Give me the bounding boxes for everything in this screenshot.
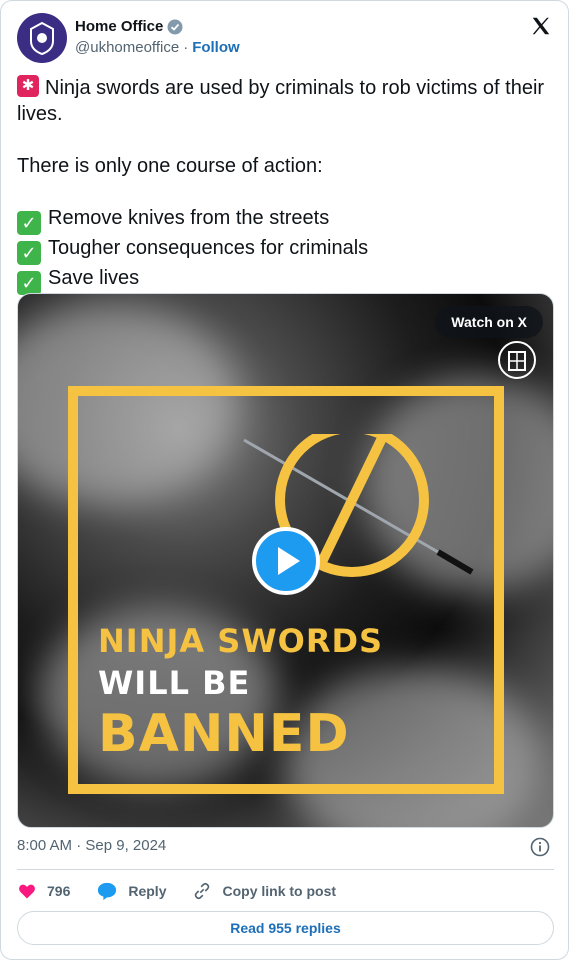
like-button[interactable]: 796: [17, 881, 70, 901]
crest-icon: [30, 21, 54, 55]
avatar[interactable]: [17, 13, 67, 63]
royal-crest-icon: [498, 341, 536, 379]
account-name[interactable]: Home Office: [75, 18, 163, 35]
check-icon: ✓: [17, 271, 41, 295]
video-player[interactable]: Watch on X NINJA SWORDS WILL BE BANNED: [17, 293, 554, 828]
tweet-line-1: Ninja swords are used by criminals to ro…: [17, 77, 545, 125]
verified-badge-icon: [167, 19, 183, 34]
tweet-item-3: Save lives: [48, 267, 140, 289]
play-icon: [278, 547, 300, 575]
tweet-card: Home Office @ukhomeoffice · Follow Ninja…: [0, 0, 569, 960]
copy-link-label: Copy link to post: [222, 883, 337, 899]
account-handle[interactable]: @ukhomeoffice: [75, 39, 179, 56]
x-logo-icon[interactable]: [530, 15, 552, 37]
post-timestamp[interactable]: 8:00 AM · Sep 9, 2024: [17, 837, 166, 854]
siren-icon: [17, 75, 39, 97]
action-bar: 796 Reply Copy link to post: [17, 879, 336, 903]
read-replies-button[interactable]: Read 955 replies: [17, 911, 554, 945]
info-icon[interactable]: [530, 837, 550, 857]
link-icon: [195, 882, 210, 900]
check-icon: ✓: [17, 241, 41, 265]
tweet-header: Home Office @ukhomeoffice · Follow: [17, 13, 554, 63]
like-count: 796: [47, 883, 71, 899]
heart-icon: [19, 884, 35, 899]
copy-link-button[interactable]: Copy link to post: [192, 881, 336, 901]
tweet-item-1: Remove knives from the streets: [48, 207, 330, 229]
reply-bubble-icon: [98, 882, 117, 901]
divider: [17, 869, 554, 870]
watch-on-x-button[interactable]: Watch on X: [435, 306, 543, 338]
reply-button[interactable]: Reply: [96, 881, 166, 901]
check-icon: ✓: [17, 211, 41, 235]
video-title-line-1: NINJA SWORDS: [98, 622, 384, 660]
follow-button[interactable]: Follow: [192, 39, 240, 56]
separator: ·: [183, 39, 189, 56]
tweet-item-2: Tougher consequences for criminals: [48, 237, 369, 259]
video-title-line-3: BANNED: [98, 704, 350, 764]
reply-label: Reply: [128, 883, 167, 899]
play-button[interactable]: [252, 527, 320, 595]
video-title-line-2: WILL BE: [98, 664, 251, 702]
tweet-text: Ninja swords are used by criminals to ro…: [17, 75, 547, 295]
tweet-line-2: There is only one course of action:: [17, 155, 323, 177]
